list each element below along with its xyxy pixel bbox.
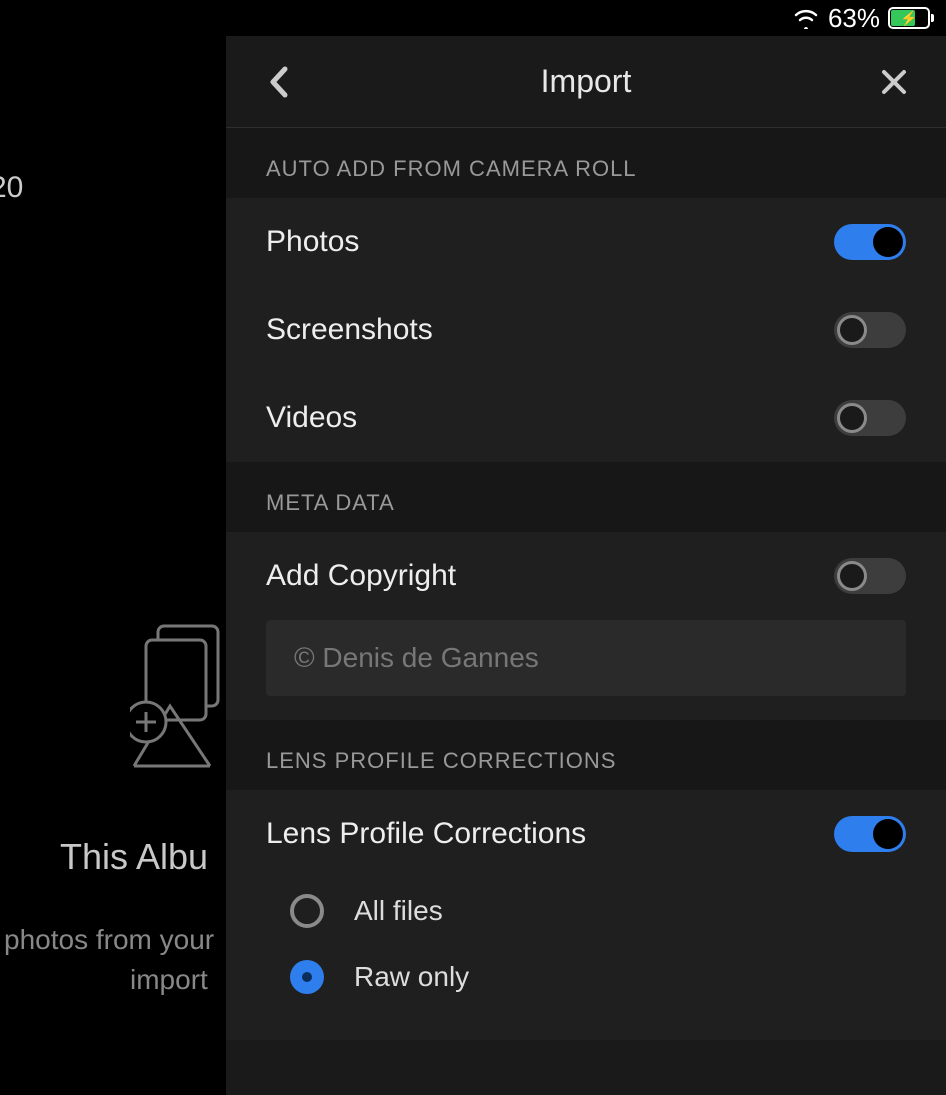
screenshots-label: Screenshots — [266, 313, 433, 347]
background-content: 20 This Albu photos from your import — [0, 36, 226, 1095]
battery-icon: ⚡ — [888, 7, 930, 29]
photos-label: Photos — [266, 225, 359, 259]
copyright-input-wrap — [226, 620, 946, 720]
row-photos: Photos — [226, 198, 946, 286]
wifi-icon — [792, 7, 820, 29]
screenshots-toggle[interactable] — [834, 312, 906, 348]
videos-toggle[interactable] — [834, 400, 906, 436]
row-screenshots: Screenshots — [226, 286, 946, 374]
row-add-copyright: Add Copyright — [226, 532, 946, 620]
radio-label-all-files: All files — [354, 895, 443, 927]
back-button[interactable] — [256, 60, 300, 104]
chevron-left-icon — [267, 65, 289, 99]
section-header-lens: LENS PROFILE CORRECTIONS — [226, 720, 946, 790]
bg-partial-number: 20 — [0, 171, 23, 205]
section-header-auto-add: AUTO ADD FROM CAMERA ROLL — [226, 128, 946, 198]
lens-radio-group: All files Raw only — [226, 878, 946, 1040]
add-copyright-label: Add Copyright — [266, 559, 456, 593]
bg-sub1-fragment: photos from your — [4, 924, 214, 956]
bg-title-fragment: This Albu — [60, 836, 208, 878]
radio-icon-selected — [290, 960, 324, 994]
close-button[interactable] — [872, 60, 916, 104]
radio-all-files[interactable]: All files — [266, 878, 906, 944]
section-header-meta: META DATA — [226, 462, 946, 532]
status-bar: 63% ⚡ — [0, 0, 946, 36]
lens-corrections-toggle[interactable] — [834, 816, 906, 852]
lens-corrections-label: Lens Profile Corrections — [266, 817, 586, 851]
row-lens-corrections: Lens Profile Corrections — [226, 790, 946, 878]
photos-toggle[interactable] — [834, 224, 906, 260]
radio-label-raw-only: Raw only — [354, 961, 469, 993]
add-copyright-toggle[interactable] — [834, 558, 906, 594]
panel-header: Import — [226, 36, 946, 128]
battery-percentage: 63% — [828, 3, 880, 34]
videos-label: Videos — [266, 401, 357, 435]
import-settings-panel: Import AUTO ADD FROM CAMERA ROLL Photos … — [226, 36, 946, 1095]
add-photos-icon — [130, 616, 226, 776]
bg-sub2-fragment: import — [130, 964, 208, 996]
row-videos: Videos — [226, 374, 946, 462]
copyright-input[interactable] — [266, 620, 906, 696]
radio-icon-unselected — [290, 894, 324, 928]
radio-raw-only[interactable]: Raw only — [266, 944, 906, 1010]
close-icon — [880, 68, 908, 96]
panel-title: Import — [541, 63, 632, 100]
